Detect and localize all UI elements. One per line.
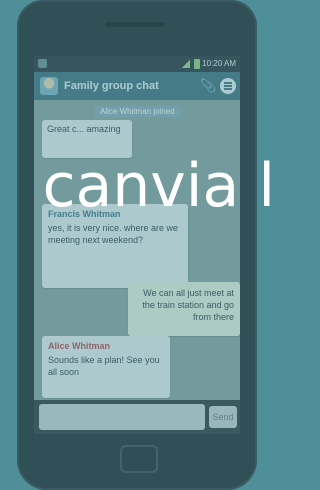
- paperclip-icon[interactable]: 📎: [200, 78, 216, 94]
- status-bar: 10:20 AM: [34, 56, 240, 72]
- notification-icon: [38, 59, 47, 68]
- system-note: Alice Whitman joined: [94, 106, 181, 117]
- message-text: Sounds like a plan! See you all soon: [48, 355, 160, 377]
- home-button[interactable]: [120, 445, 158, 473]
- menu-icon[interactable]: [220, 78, 236, 94]
- message-bubble[interactable]: Alice Whitman Sounds like a plan! See yo…: [42, 336, 170, 398]
- send-button[interactable]: Send: [209, 406, 237, 428]
- battery-icon: [194, 59, 200, 69]
- phone-screen: 10:20 AM Family group chat 📎 Alice Whitm…: [34, 56, 240, 434]
- message-text: We can all just meet at the train statio…: [142, 288, 234, 322]
- message-input[interactable]: [39, 404, 205, 430]
- phone-earpiece: [105, 22, 165, 27]
- watermark-text: canvia l: [42, 151, 275, 221]
- signal-icon: [182, 59, 190, 68]
- status-time: 10:20 AM: [202, 59, 236, 68]
- message-text: Great c... amazing: [47, 124, 121, 134]
- chat-title[interactable]: Family group chat: [64, 80, 159, 92]
- message-composer: Send: [34, 400, 240, 434]
- chat-header: Family group chat 📎: [34, 72, 240, 100]
- message-sender: Alice Whitman: [48, 341, 111, 351]
- group-avatar-icon[interactable]: [40, 77, 58, 95]
- phone-device: 10:20 AM Family group chat 📎 Alice Whitm…: [17, 0, 257, 490]
- message-bubble-outgoing[interactable]: We can all just meet at the train statio…: [128, 282, 240, 336]
